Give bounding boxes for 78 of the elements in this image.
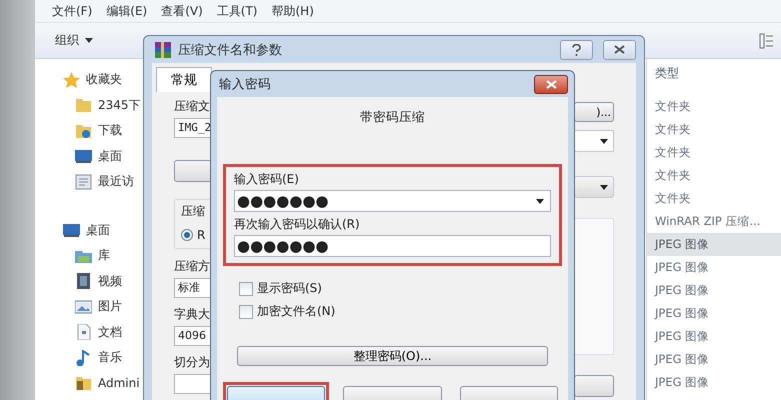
- dialog-title: 压缩文件名和参数: [178, 42, 282, 58]
- nav-item[interactable]: Admini: [35, 370, 145, 396]
- dictionary-label: 字典大: [174, 306, 210, 323]
- nav-item[interactable]: 2345下: [35, 92, 145, 118]
- file-type-cell[interactable]: JPEG 图像: [647, 233, 781, 256]
- close-icon: [546, 80, 556, 88]
- picture-icon: [75, 298, 92, 315]
- nav-item[interactable]: 桌面: [35, 144, 145, 169]
- checkbox-label: 显示密码(S): [257, 280, 322, 297]
- desktop-icon: [75, 148, 92, 164]
- caret-icon: [85, 38, 93, 43]
- dropdown-field[interactable]: [574, 130, 614, 152]
- confirm-password-field[interactable]: ●●●●●●●: [234, 235, 551, 257]
- caret-icon: [536, 198, 544, 204]
- menu-item[interactable]: 帮助(H): [272, 2, 314, 20]
- dialog-heading: 带密码压缩: [359, 108, 426, 126]
- file-type-cell[interactable]: 文件夹: [647, 141, 781, 164]
- nav-item[interactable]: 文档: [35, 320, 145, 345]
- nav-item[interactable]: 桌面: [35, 218, 145, 243]
- view-icon[interactable]: [759, 32, 773, 48]
- file-type-cell[interactable]: JPEG 图像: [647, 325, 781, 348]
- help-button[interactable]: [560, 40, 593, 60]
- archive-name-label: 压缩文: [174, 98, 210, 115]
- file-type-cell[interactable]: 文件夹: [647, 118, 781, 141]
- dialog-title: 输入密码: [219, 76, 271, 92]
- password-label: 输入密码(E): [234, 171, 300, 188]
- menu-item[interactable]: 查看(V): [161, 2, 203, 20]
- confirm-password-label: 再次输入密码以确认(R): [234, 216, 361, 233]
- folder-icon: [75, 97, 92, 114]
- nav-item[interactable]: 视频: [35, 268, 145, 294]
- file-type-cell[interactable]: 文件夹: [647, 164, 781, 187]
- music-icon: [75, 350, 92, 366]
- checkbox[interactable]: [239, 282, 253, 296]
- organize-passwords-button[interactable]: 整理密码(O)...: [237, 346, 548, 366]
- column-header[interactable]: 类型: [647, 59, 781, 87]
- menu-item[interactable]: 文件(F): [52, 2, 92, 20]
- split-label: 切分为: [174, 354, 210, 371]
- organize-button[interactable]: 组织: [49, 30, 99, 51]
- nav-item[interactable]: 收藏夹: [35, 67, 145, 92]
- file-type-cell[interactable]: 文件夹: [647, 95, 781, 118]
- close-button[interactable]: [534, 74, 568, 94]
- star-icon: [63, 72, 80, 88]
- file-type-cell[interactable]: 文件夹: [647, 187, 781, 210]
- file-type-cell[interactable]: JPEG 图像: [647, 256, 781, 279]
- format-option: R: [197, 228, 206, 242]
- video-icon: [75, 273, 92, 290]
- caret-icon: [600, 184, 608, 190]
- menu-item[interactable]: 工具(T): [216, 2, 258, 20]
- file-type-cell[interactable]: WinRAR ZIP 压缩...: [647, 210, 781, 233]
- close-button[interactable]: [603, 40, 636, 60]
- file-type-cell[interactable]: JPEG 图像: [647, 371, 781, 394]
- file-type-cell[interactable]: JPEG 图像: [647, 302, 781, 325]
- general-tab[interactable]: 常规: [156, 67, 212, 92]
- checkbox-label: 加密文件名(N): [257, 303, 336, 320]
- close-icon: [614, 45, 625, 54]
- recent-icon: [75, 174, 92, 190]
- books-icon: [154, 40, 172, 58]
- nav-item[interactable]: 下载: [35, 118, 145, 144]
- nav-item[interactable]: 最近访: [35, 169, 145, 194]
- button[interactable]: [574, 375, 614, 397]
- dropdown-button[interactable]: [574, 176, 614, 198]
- download-icon: [75, 122, 92, 139]
- file-type-cell[interactable]: JPEG 图像: [647, 348, 781, 371]
- help-icon: [572, 44, 581, 56]
- nav-item[interactable]: 库: [35, 243, 145, 268]
- caret-icon: [600, 138, 608, 144]
- nav-item[interactable]: 图片: [35, 294, 145, 320]
- format-label: 压缩: [181, 203, 205, 220]
- desktop-icon: [63, 222, 80, 238]
- browse-button[interactable]: )...: [574, 102, 614, 122]
- radio-button[interactable]: [181, 229, 193, 241]
- file-type-cell[interactable]: JPEG 图像: [647, 279, 781, 302]
- menu-item[interactable]: 编辑(E): [106, 2, 148, 20]
- document-icon: [75, 324, 92, 340]
- password-field[interactable]: ●●●●●●●: [234, 190, 551, 212]
- method-label: 压缩方: [174, 258, 210, 275]
- nav-item[interactable]: 音乐: [35, 345, 145, 370]
- checkbox[interactable]: [239, 304, 253, 318]
